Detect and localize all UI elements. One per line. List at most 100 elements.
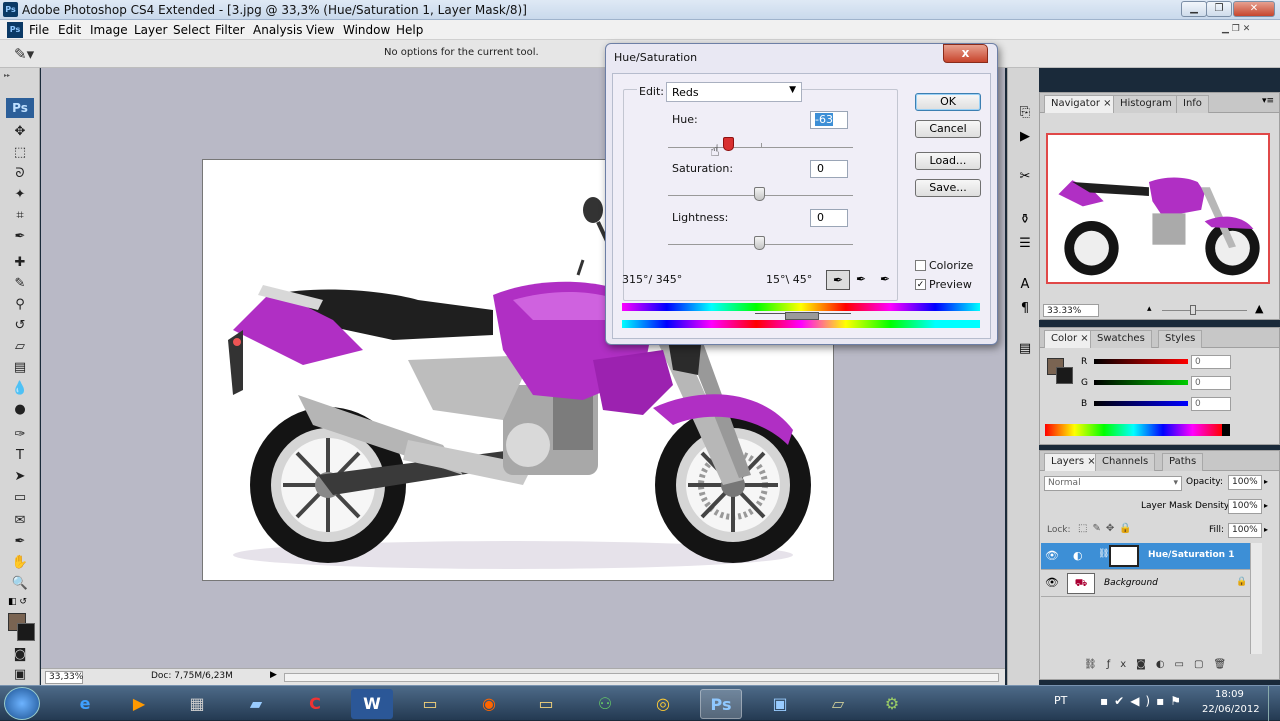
menu-select[interactable]: Select — [173, 23, 210, 37]
quick-mask-icon[interactable]: ◙ — [10, 646, 30, 664]
channel-g-slider[interactable] — [1094, 380, 1188, 385]
preview-checkbox[interactable]: ✓ — [915, 279, 926, 290]
start-button[interactable] — [4, 687, 40, 720]
layer-name[interactable]: Hue/Saturation 1 — [1148, 550, 1234, 560]
eyedropper-subtract-icon[interactable]: ✒ — [880, 272, 890, 286]
crop-tool-icon[interactable]: ⌗ — [10, 207, 30, 225]
eyedropper-3d-icon[interactable]: ✒ — [10, 533, 30, 551]
visibility-eye-icon[interactable]: 👁 — [1045, 576, 1059, 589]
layer-row-hue-saturation[interactable]: 👁 ◐ ⛓ Hue/Saturation 1 — [1041, 543, 1250, 570]
path-select-icon[interactable]: ➤ — [10, 468, 30, 486]
hue-input[interactable]: -63 — [810, 111, 848, 129]
brush-icon[interactable]: ✎ — [10, 275, 30, 293]
blur-icon[interactable]: 💧 — [10, 380, 30, 398]
tab-color[interactable]: Color × — [1044, 330, 1096, 348]
minimize-button[interactable]: ▁ — [1181, 1, 1207, 17]
pen-icon[interactable]: ✑ — [10, 426, 30, 444]
hand-icon[interactable]: ✋ — [10, 554, 30, 572]
brushes-panel-icon[interactable]: ☰ — [1015, 235, 1035, 253]
layer-row-background[interactable]: 👁 ⛟ Background 🔒 — [1041, 570, 1250, 597]
menu-filter[interactable]: Filter — [215, 23, 245, 37]
navigator-zoom-field[interactable]: 33.33% — [1043, 304, 1099, 317]
restore-button[interactable]: ❐ — [1206, 1, 1232, 17]
color-ramp[interactable] — [1045, 424, 1230, 436]
doc-window-controls[interactable]: ▁ ❐ ✕ — [1222, 24, 1250, 34]
notepad-icon[interactable]: ▰ — [235, 689, 277, 719]
chrome-icon[interactable]: ◎ — [642, 689, 684, 719]
network-icon[interactable]: ⚇ — [584, 689, 626, 719]
lightness-input[interactable]: 0 — [810, 209, 848, 227]
menu-file[interactable]: File — [29, 23, 49, 37]
dialog-close-button[interactable]: x — [943, 44, 988, 63]
menu-help[interactable]: Help — [396, 23, 423, 37]
character-panel-icon[interactable]: A — [1015, 276, 1035, 294]
explorer-icon[interactable]: ▭ — [409, 689, 451, 719]
background-swatch[interactable] — [17, 623, 35, 641]
cancel-button[interactable]: Cancel — [915, 120, 981, 138]
clock-time[interactable]: 18:09 — [1215, 689, 1244, 700]
tab-navigator[interactable]: Navigator × — [1044, 95, 1119, 113]
photoshop-menu-icon[interactable]: Ps — [7, 22, 23, 38]
lasso-tool-icon[interactable]: ᘐ — [10, 165, 30, 183]
screen-mode-icon[interactable]: ▣ — [10, 666, 30, 684]
eraser-icon[interactable]: ▱ — [10, 338, 30, 356]
tab-swatches[interactable]: Swatches — [1090, 330, 1152, 348]
zoom-in-icon[interactable]: ▲ — [1255, 302, 1263, 315]
channel-b-value[interactable]: 0 — [1191, 397, 1231, 411]
tray-icons[interactable]: ▪✔◀)▪⚑ — [1100, 694, 1187, 708]
save-button[interactable]: Save... — [915, 179, 981, 197]
app-taskbar-icon[interactable]: ⚙ — [871, 689, 913, 719]
panel-menu-icon[interactable]: ▾≡ — [1262, 96, 1274, 106]
layer-comps-icon[interactable]: ▤ — [1015, 340, 1035, 358]
saturation-input[interactable]: 0 — [810, 160, 848, 178]
lock-icons[interactable]: ⬚✎✥🔒 — [1078, 523, 1137, 534]
saturation-slider-thumb[interactable] — [754, 187, 765, 201]
history-panel-icon[interactable]: ⎘ — [1015, 104, 1035, 122]
fill-arrow-icon[interactable]: ▸ — [1264, 525, 1268, 534]
link-icon[interactable]: ⛓ — [1098, 549, 1109, 559]
ps-badge[interactable]: Ps — [6, 98, 34, 118]
magic-wand-icon[interactable]: ✦ — [10, 186, 30, 204]
navigator-zoom-slider[interactable] — [1162, 310, 1247, 311]
close-button[interactable]: ✕ — [1233, 1, 1275, 17]
firefox-icon[interactable]: ◉ — [468, 689, 510, 719]
tab-paths[interactable]: Paths — [1162, 453, 1204, 471]
menu-view[interactable]: View — [306, 23, 334, 37]
opacity-arrow-icon[interactable]: ▸ — [1264, 477, 1268, 486]
edit-range-select[interactable]: Reds ▼ — [666, 82, 802, 102]
navigator-zoom-thumb[interactable] — [1190, 305, 1196, 315]
paragraph-panel-icon[interactable]: ¶ — [1015, 300, 1035, 318]
horizontal-scrollbar[interactable] — [284, 673, 999, 682]
status-arrow-icon[interactable]: ▶ — [270, 670, 277, 680]
visibility-eye-icon[interactable]: 👁 — [1045, 549, 1059, 562]
notes-icon[interactable]: ✉ — [10, 512, 30, 530]
word-icon[interactable]: W — [351, 689, 393, 719]
gradient-icon[interactable]: ▤ — [10, 359, 30, 377]
photoshop-taskbar-icon[interactable]: Ps — [700, 689, 742, 719]
swap-colors-icon[interactable]: ◧ ↺ — [8, 597, 27, 607]
calculator-icon[interactable]: ▦ — [176, 689, 218, 719]
layers-footer-icons[interactable]: ⛓ƒx◙◐▭▢🗑 — [1084, 659, 1236, 670]
navigator-preview[interactable] — [1046, 133, 1270, 284]
move-tool-icon[interactable]: ✥ — [10, 123, 30, 141]
dodge-icon[interactable]: ● — [10, 401, 30, 419]
actions-panel-icon[interactable]: ▶ — [1015, 128, 1035, 146]
channel-b-slider[interactable] — [1094, 401, 1188, 406]
menu-window[interactable]: Window — [343, 23, 390, 37]
tab-histogram[interactable]: Histogram — [1113, 95, 1179, 113]
menu-analysis[interactable]: Analysis — [253, 23, 302, 37]
fill-field[interactable]: 100% — [1228, 523, 1262, 538]
zoom-out-icon[interactable]: ▴ — [1147, 304, 1152, 314]
clock-date[interactable]: 22/06/2012 — [1202, 704, 1260, 715]
tool-presets-icon[interactable]: ✂ — [1015, 168, 1035, 186]
tab-layers[interactable]: Layers × — [1044, 453, 1103, 471]
opacity-field[interactable]: 100% — [1228, 475, 1262, 490]
channel-r-slider[interactable] — [1094, 359, 1188, 364]
layers-scrollbar[interactable] — [1250, 543, 1262, 654]
layer-mask-thumbnail[interactable] — [1109, 545, 1139, 567]
clone-stamp-icon[interactable]: ⚲ — [10, 296, 30, 314]
layer-name[interactable]: Background — [1104, 578, 1158, 588]
toolbox-grip[interactable]: ▸▸ — [4, 72, 36, 79]
folder-icon[interactable]: ▭ — [525, 689, 567, 719]
blend-mode-select[interactable]: Normal ▾ — [1044, 476, 1182, 491]
